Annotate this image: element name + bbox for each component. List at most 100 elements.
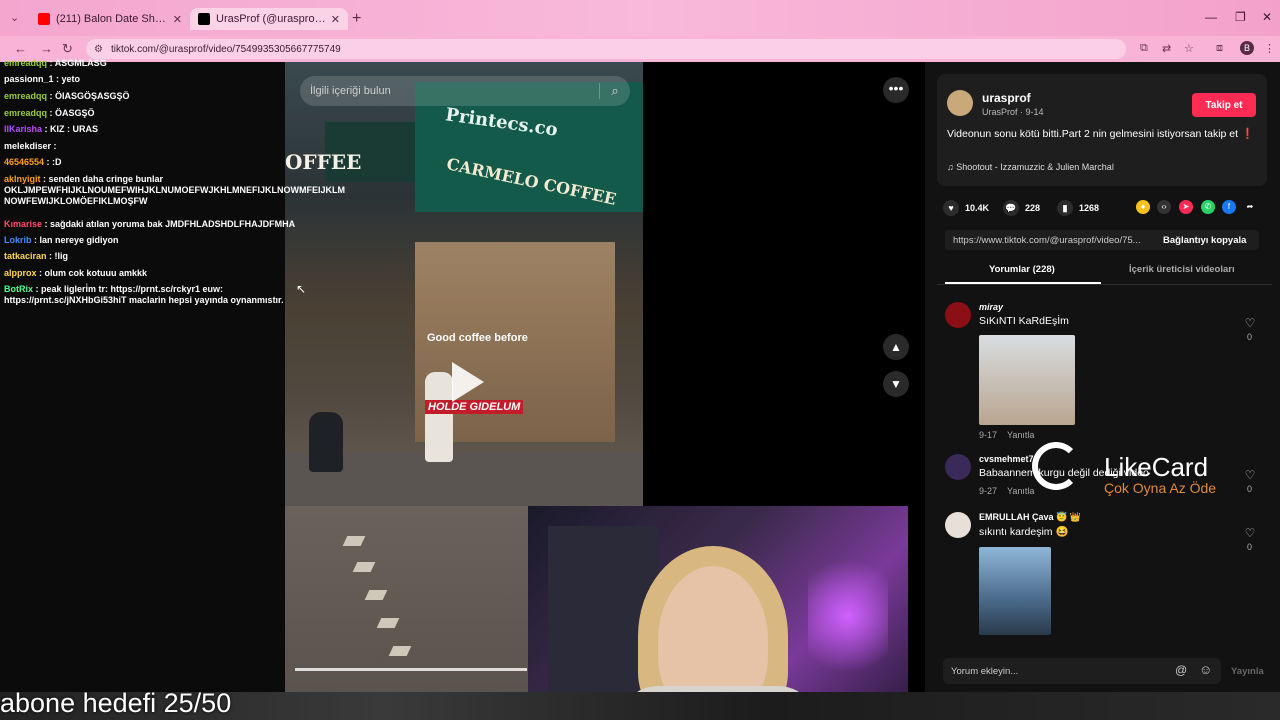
comment-button[interactable]: 💬 228 bbox=[1003, 200, 1040, 216]
comment-username[interactable]: cvsmehmet7 bbox=[979, 454, 1034, 464]
tab-creator-videos[interactable]: İçerik üreticisi videoları bbox=[1129, 264, 1235, 275]
comment-avatar[interactable] bbox=[945, 454, 971, 480]
comment-like-icon[interactable]: ♡ bbox=[1243, 316, 1257, 330]
chat-message: BotRix : peak ligleri̇m tr: https://prnt… bbox=[4, 284, 340, 306]
post-stats: ♥ 10.4K 💬 228 ▮ 1268 ● ‹› ➤ ✆ f ➦ bbox=[943, 200, 1268, 216]
follow-button[interactable]: Takip et bbox=[1192, 93, 1256, 117]
facebook-icon[interactable]: f bbox=[1222, 200, 1236, 214]
author-avatar[interactable] bbox=[947, 90, 973, 116]
minimize-icon[interactable]: — bbox=[1205, 10, 1217, 24]
music-link[interactable]: ♫ Shootout - Izzamuzzic & Julien Marchal bbox=[947, 162, 1114, 172]
likecard-ad: LikeCard Çok Oyna Az Öde bbox=[1032, 442, 1242, 506]
comment-username[interactable]: miray bbox=[979, 302, 1003, 312]
chat-username[interactable]: alpprox bbox=[4, 268, 37, 278]
author-name[interactable]: urasprof bbox=[982, 91, 1031, 105]
chat-username[interactable]: Lokrib bbox=[4, 235, 32, 245]
reload-icon[interactable]: ↻ bbox=[62, 41, 73, 57]
chat-username[interactable]: aklnyigit bbox=[4, 174, 41, 184]
site-info-icon[interactable]: ⚙ bbox=[94, 44, 103, 55]
whatsapp-icon[interactable]: ✆ bbox=[1201, 200, 1215, 214]
chat-username[interactable]: emreadqq bbox=[4, 91, 47, 101]
url-field[interactable]: ⚙ tiktok.com/@urasprof/video/75499353056… bbox=[86, 39, 1126, 59]
chat-username[interactable]: tatkaciran bbox=[4, 251, 47, 261]
comment-like-icon[interactable]: ♡ bbox=[1243, 526, 1257, 540]
tab-search-icon[interactable]: ⌄ bbox=[10, 11, 24, 25]
tab-tiktok[interactable]: UrasProf (@urasprof) | TikTok ✕ bbox=[190, 8, 348, 30]
install-icon[interactable]: ⧉ bbox=[1140, 42, 1148, 55]
restore-icon[interactable]: ❐ bbox=[1235, 10, 1246, 24]
close-icon[interactable]: ✕ bbox=[173, 13, 182, 26]
extensions-icon[interactable]: ⧈ bbox=[1216, 42, 1223, 55]
comment-avatar[interactable] bbox=[945, 512, 971, 538]
profile-avatar[interactable]: B bbox=[1240, 41, 1254, 55]
chat-username[interactable]: melekdiser bbox=[4, 141, 51, 151]
chat-message: emreadqq : ASGMLASG bbox=[4, 58, 340, 69]
like-count: 10.4K bbox=[965, 203, 990, 213]
chat-username[interactable]: IlKarisha bbox=[4, 124, 42, 134]
video-caption-2: HOLDE GIDELUM bbox=[425, 400, 524, 414]
comment-input[interactable]: Yorum ekleyin... @ ☺ bbox=[943, 658, 1221, 684]
mention-icon[interactable]: @ bbox=[1175, 663, 1187, 677]
play-icon[interactable] bbox=[452, 362, 484, 402]
chat-username[interactable]: passionn_1 bbox=[4, 74, 54, 84]
road bbox=[285, 506, 528, 692]
comment-like-count: 0 bbox=[1247, 484, 1253, 494]
previous-video-icon[interactable]: ▲ bbox=[883, 334, 909, 360]
chat-separator: : bbox=[33, 284, 41, 294]
chat-text: ASGMLASG bbox=[54, 58, 107, 68]
comment-image[interactable] bbox=[979, 547, 1051, 635]
post-description: Videonun sonu kötü bitti.Part 2 nin gelm… bbox=[947, 128, 1255, 140]
author-subtitle: UrasProf · 9-14 bbox=[982, 107, 1044, 117]
comment-like-icon[interactable]: ♡ bbox=[1243, 468, 1257, 482]
video-progress-bar[interactable] bbox=[295, 668, 527, 671]
search-icon[interactable]: ⌕ bbox=[599, 83, 630, 99]
translate-icon[interactable]: ⇄ bbox=[1162, 42, 1171, 55]
post-info-card: urasprof UrasProf · 9-14 Takip et Videon… bbox=[937, 74, 1267, 186]
streamer-webcam bbox=[528, 506, 908, 720]
chat-separator: : bbox=[42, 124, 51, 134]
menu-icon[interactable]: ⋮ bbox=[1264, 42, 1275, 55]
lane-marking bbox=[388, 646, 412, 656]
back-icon[interactable]: ← bbox=[14, 41, 27, 56]
lane-marking bbox=[376, 618, 400, 628]
comment-count: 228 bbox=[1025, 203, 1041, 213]
share-link[interactable]: https://www.tiktok.com/@urasprof/video/7… bbox=[953, 235, 1158, 246]
reply-link[interactable]: Yanıtla bbox=[1007, 486, 1034, 496]
share-icon[interactable]: ➦ bbox=[1243, 200, 1257, 214]
tab-youtube[interactable]: (211) Balon Date Show 25. Bölü ✕ bbox=[30, 8, 190, 30]
active-tab-underline bbox=[945, 282, 1101, 284]
chat-username[interactable]: 46546554 bbox=[4, 157, 44, 167]
tab-title: (211) Balon Date Show 25. Bölü bbox=[56, 13, 169, 25]
more-options-icon[interactable]: ••• bbox=[883, 77, 909, 103]
bookmark-star-icon[interactable]: ☆ bbox=[1184, 42, 1194, 55]
comment-avatar[interactable] bbox=[945, 302, 971, 328]
comment-username[interactable]: EMRULLAH Çava 😇 👑 bbox=[979, 512, 1081, 523]
copy-link-button[interactable]: Bağlantıyı kopyala bbox=[1163, 235, 1246, 246]
chat-separator: : bbox=[51, 141, 57, 151]
send-icon[interactable]: ➤ bbox=[1179, 200, 1193, 214]
chat-username[interactable]: emreadqq bbox=[4, 108, 47, 118]
reply-link[interactable]: Yanıtla bbox=[1007, 430, 1034, 440]
video-search-bar[interactable]: İlgili içeriği bulun ⌕ bbox=[300, 76, 630, 106]
chat-username[interactable]: Kımarise bbox=[4, 219, 42, 229]
coin-icon[interactable]: ● bbox=[1136, 200, 1150, 214]
post-comment-button[interactable]: Yayınla bbox=[1231, 666, 1264, 677]
like-button[interactable]: ♥ 10.4K bbox=[943, 200, 989, 216]
emoji-icon[interactable]: ☺ bbox=[1199, 662, 1212, 677]
close-window-icon[interactable]: ✕ bbox=[1262, 10, 1272, 24]
tab-comments[interactable]: Yorumlar (228) bbox=[989, 264, 1055, 275]
save-button[interactable]: ▮ 1268 bbox=[1057, 200, 1099, 216]
next-video-icon[interactable]: ▼ bbox=[883, 371, 909, 397]
browser-tab-bar: ⌄ (211) Balon Date Show 25. Bölü ✕ UrasP… bbox=[0, 0, 1280, 36]
new-tab-button[interactable]: + bbox=[352, 10, 361, 28]
chat-message: melekdiser : bbox=[4, 141, 340, 152]
chat-username[interactable]: BotRix bbox=[4, 284, 33, 294]
close-icon[interactable]: ✕ bbox=[331, 13, 340, 26]
search-placeholder: İlgili içeriği bulun bbox=[310, 85, 391, 97]
chat-username[interactable]: emreadqq bbox=[4, 58, 47, 68]
lane-marking bbox=[364, 590, 388, 600]
comment-image[interactable] bbox=[979, 335, 1075, 425]
comment-icon: 💬 bbox=[1003, 200, 1019, 216]
forward-icon[interactable]: → bbox=[40, 41, 53, 56]
embed-icon[interactable]: ‹› bbox=[1157, 200, 1171, 214]
